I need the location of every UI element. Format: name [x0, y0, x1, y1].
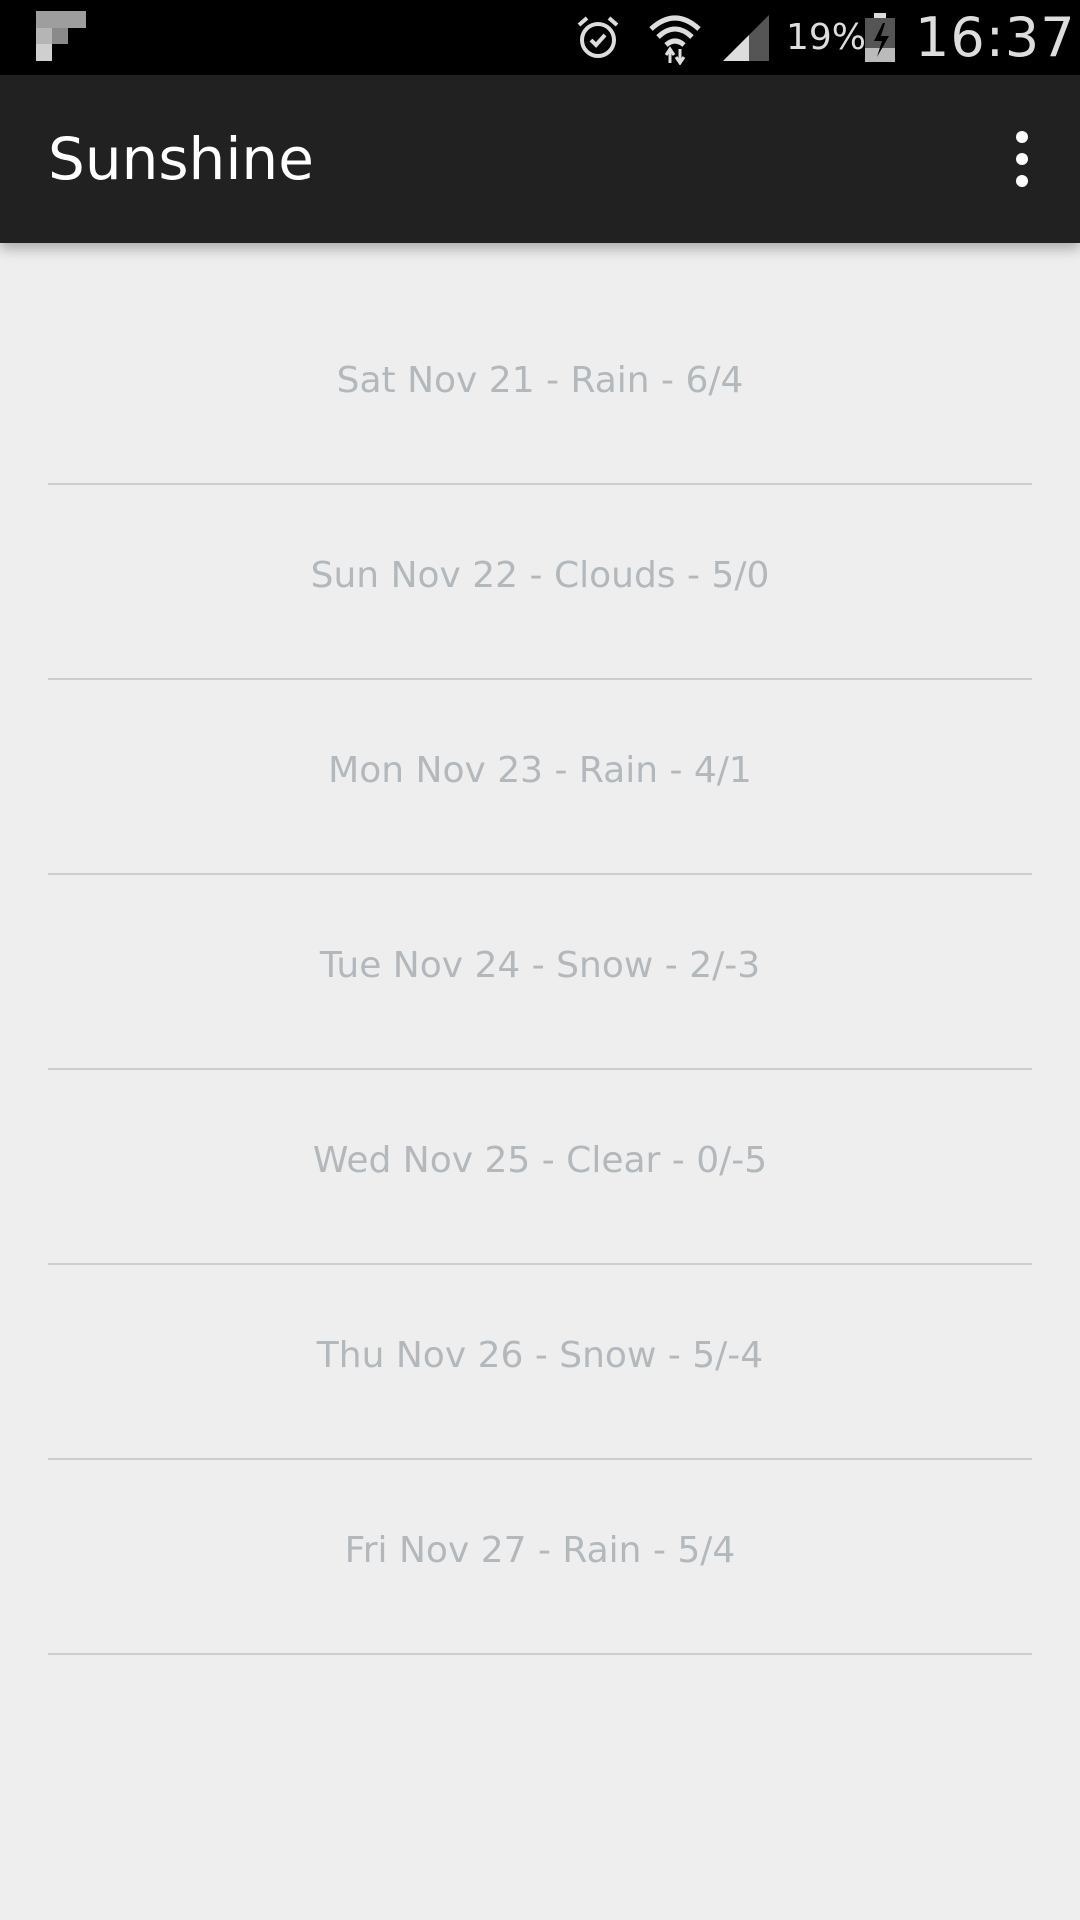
menu-dot: [1016, 131, 1028, 143]
app-bar: Sunshine: [0, 75, 1080, 243]
status-bar: 19% 16:37: [0, 0, 1080, 75]
list-item[interactable]: Fri Nov 27 - Rain - 5/4: [48, 1460, 1032, 1655]
more-vert-icon[interactable]: [990, 117, 1054, 201]
forecast-text: Tue Nov 24 - Snow - 2/-3: [319, 945, 761, 986]
cell-signal-icon: [720, 0, 772, 75]
list-item[interactable]: Sun Nov 22 - Clouds - 5/0: [48, 485, 1032, 680]
wifi-icon: [646, 0, 704, 75]
forecast-text: Thu Nov 26 - Snow - 5/-4: [316, 1335, 764, 1376]
list-item[interactable]: Wed Nov 25 - Clear - 0/-5: [48, 1070, 1032, 1265]
clock: 16:37: [915, 6, 1076, 69]
app-title: Sunshine: [48, 125, 314, 193]
forecast-text: Sun Nov 22 - Clouds - 5/0: [310, 555, 770, 596]
forecast-text: Sat Nov 21 - Rain - 6/4: [336, 360, 744, 401]
forecast-list: Sat Nov 21 - Rain - 6/4 Sun Nov 22 - Clo…: [0, 290, 1080, 1655]
alarm-icon: [572, 0, 624, 75]
menu-dot: [1016, 153, 1028, 165]
list-item[interactable]: Mon Nov 23 - Rain - 4/1: [48, 680, 1032, 875]
menu-dot: [1016, 175, 1028, 187]
flipboard-icon: [36, 11, 86, 61]
forecast-text: Fri Nov 27 - Rain - 5/4: [344, 1530, 736, 1571]
list-item[interactable]: Thu Nov 26 - Snow - 5/-4: [48, 1265, 1032, 1460]
list-item[interactable]: Tue Nov 24 - Snow - 2/-3: [48, 875, 1032, 1070]
forecast-text: Mon Nov 23 - Rain - 4/1: [328, 750, 752, 791]
forecast-text: Wed Nov 25 - Clear - 0/-5: [312, 1140, 768, 1181]
list-item[interactable]: Sat Nov 21 - Rain - 6/4: [48, 290, 1032, 485]
battery-percent: 19%: [786, 17, 867, 58]
battery-charging-icon: [860, 0, 900, 75]
